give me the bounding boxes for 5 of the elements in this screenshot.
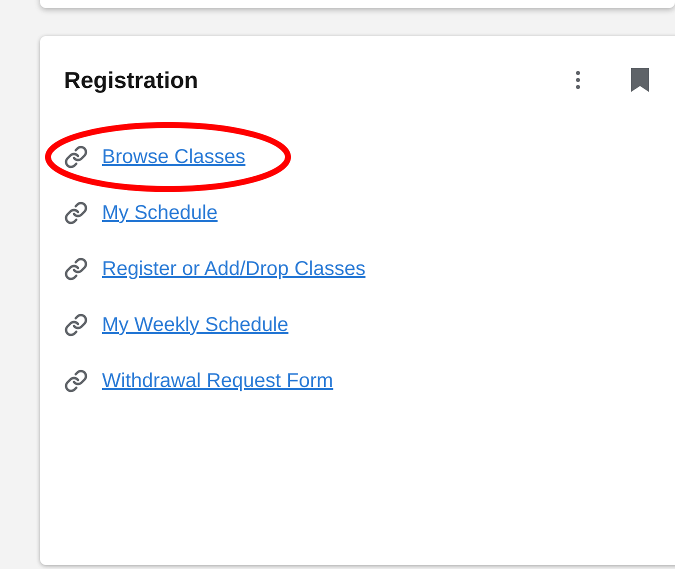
card-title: Registration <box>64 66 200 95</box>
link[interactable]: Withdrawal Request Form <box>102 366 334 396</box>
link[interactable]: My Schedule <box>102 198 218 228</box>
link[interactable]: Register or Add/Drop Classes <box>102 254 366 284</box>
link[interactable]: My Weekly Schedule <box>102 310 288 340</box>
